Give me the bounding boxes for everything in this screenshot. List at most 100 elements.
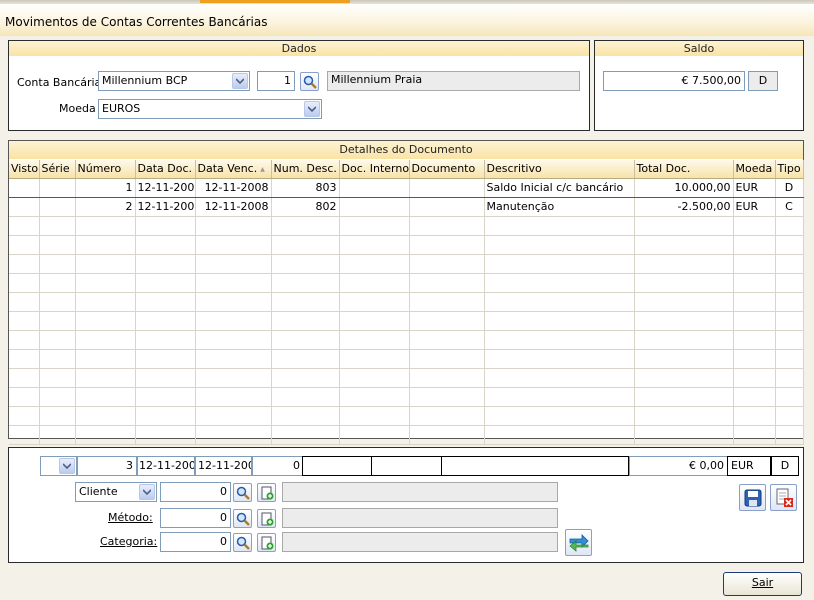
cell-num-desc: 803: [271, 177, 340, 198]
cell-visto: [9, 292, 40, 312]
cell-descritivo: [484, 349, 635, 369]
search-icon[interactable]: [233, 509, 252, 528]
column-header[interactable]: Data Venc. ▲: [195, 160, 272, 179]
cell-serie: [39, 330, 76, 350]
cell-numero: [75, 235, 136, 255]
add-record-icon[interactable]: [257, 483, 276, 502]
table-row[interactable]: [9, 349, 804, 369]
cell-data-venc: [195, 425, 272, 445]
editor-doc-interno[interactable]: [302, 456, 372, 476]
cell-descritivo: [484, 425, 635, 445]
cell-data-venc: 12-11-2008: [195, 177, 272, 198]
swap-arrows-icon[interactable]: [565, 529, 592, 556]
cell-num-desc: [271, 235, 340, 255]
cell-total: [634, 406, 734, 426]
table-row[interactable]: 212-11-200812-11-2008802Manutenção-2.500…: [9, 197, 804, 217]
table-row[interactable]: [9, 235, 804, 255]
editor-tipo[interactable]: D: [771, 456, 799, 476]
window-top-accent: [200, 0, 350, 3]
cell-data-venc: [195, 368, 272, 388]
sort-asc-icon: ▲: [260, 165, 265, 173]
add-record-icon[interactable]: [257, 533, 276, 552]
editor-num-desc[interactable]: 0: [252, 456, 304, 476]
search-icon[interactable]: [233, 483, 252, 502]
cell-descritivo: [484, 311, 635, 331]
chevron-down-icon[interactable]: [59, 458, 75, 474]
column-header[interactable]: Documento: [409, 160, 485, 179]
cell-data-venc: [195, 406, 272, 426]
editor-panel: 3 12-11-2008 12-11-200 0 € 0,00 EUR D Cl…: [8, 447, 804, 563]
moeda-select[interactable]: EUROS: [98, 99, 322, 119]
table-row[interactable]: [9, 368, 804, 388]
table-row[interactable]: [9, 311, 804, 331]
cell-total: -2.500,00: [634, 197, 734, 217]
column-header[interactable]: Data Doc.: [135, 160, 196, 179]
chevron-down-icon[interactable]: [304, 101, 320, 117]
column-header[interactable]: Visto: [9, 160, 40, 179]
moeda-label: Moeda: [59, 102, 96, 115]
add-record-icon[interactable]: [257, 509, 276, 528]
cell-doc-interno: [339, 273, 410, 293]
cell-visto: [9, 235, 40, 255]
table-row[interactable]: [9, 387, 804, 407]
cell-descritivo: [484, 387, 635, 407]
cell-moeda: EUR: [733, 177, 776, 198]
column-header[interactable]: Número: [75, 160, 136, 179]
editor-data-venc[interactable]: 12-11-200: [195, 456, 252, 476]
cell-descritivo: [484, 216, 635, 236]
editor-descritivo[interactable]: [441, 456, 629, 476]
column-header[interactable]: Tipo: [775, 160, 804, 179]
editor-moeda[interactable]: EUR: [727, 456, 771, 476]
table-row[interactable]: [9, 273, 804, 293]
table-row[interactable]: [9, 406, 804, 426]
cell-num-desc: [271, 387, 340, 407]
column-header[interactable]: Moeda: [733, 160, 776, 179]
column-header[interactable]: Num. Desc.: [271, 160, 340, 179]
cell-total: [634, 292, 734, 312]
delete-doc-icon[interactable]: [770, 484, 797, 511]
cell-moeda: [733, 273, 776, 293]
entity-type-value: Cliente: [79, 485, 118, 498]
cell-data-doc: [135, 311, 196, 331]
sair-button[interactable]: Sair: [723, 572, 802, 596]
editor-documento[interactable]: [371, 456, 442, 476]
save-disk-icon[interactable]: [739, 484, 766, 511]
table-row[interactable]: [9, 330, 804, 350]
cell-tipo: [775, 387, 804, 407]
conta-select[interactable]: Millennium BCP: [98, 71, 250, 91]
editor-total[interactable]: € 0,00: [629, 456, 728, 476]
table-row[interactable]: [9, 425, 804, 445]
chevron-down-icon[interactable]: [139, 484, 155, 500]
entity-type-select[interactable]: Cliente: [75, 482, 157, 502]
cell-numero: [75, 292, 136, 312]
table-row[interactable]: 112-11-200812-11-2008803Saldo Inicial c/…: [9, 177, 804, 198]
table-row[interactable]: [9, 292, 804, 312]
cell-numero: [75, 273, 136, 293]
table-row[interactable]: [9, 254, 804, 274]
editor-visto-select[interactable]: [40, 456, 77, 476]
conta-number-input[interactable]: 1: [257, 71, 295, 91]
cell-documento: [409, 368, 485, 388]
editor-data-doc[interactable]: 12-11-2008: [137, 456, 195, 476]
column-header[interactable]: Descritivo: [484, 160, 635, 179]
cell-data-venc: [195, 311, 272, 331]
categoria-input[interactable]: 0: [160, 532, 231, 552]
cell-tipo: [775, 235, 804, 255]
categoria-label: Categoria:: [100, 535, 158, 548]
cell-moeda: [733, 406, 776, 426]
column-header[interactable]: Total Doc.: [634, 160, 734, 179]
cell-num-desc: [271, 406, 340, 426]
search-icon[interactable]: [300, 72, 319, 91]
column-header[interactable]: Doc. Interno: [339, 160, 410, 179]
search-icon[interactable]: [233, 533, 252, 552]
table-row[interactable]: [9, 216, 804, 236]
column-header[interactable]: Série: [39, 160, 76, 179]
cell-num-desc: [271, 254, 340, 274]
editor-numero[interactable]: 3: [77, 456, 137, 476]
cell-tipo: [775, 368, 804, 388]
entity-input[interactable]: 0: [160, 482, 231, 502]
metodo-input[interactable]: 0: [160, 508, 231, 528]
chevron-down-icon[interactable]: [232, 73, 248, 89]
conta-select-value: Millennium BCP: [102, 74, 188, 87]
cell-data-venc: [195, 254, 272, 274]
